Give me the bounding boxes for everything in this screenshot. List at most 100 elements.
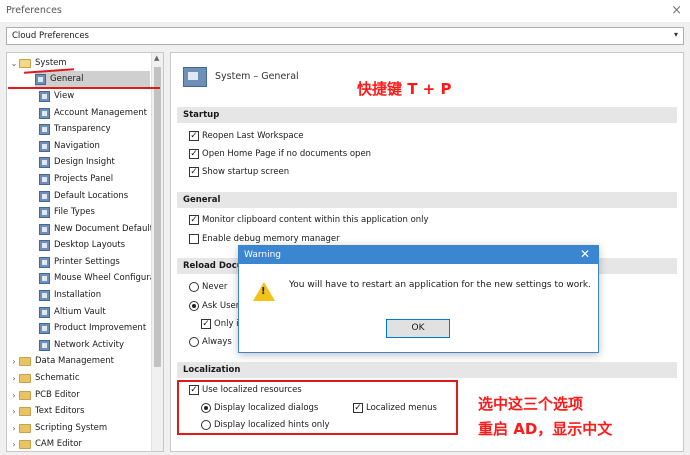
tree-item-file-types[interactable]: File Types — [39, 204, 95, 220]
tree-item-new-document-defaults[interactable]: New Document Defaults — [39, 221, 157, 237]
option-reopen-last-workspace[interactable]: ✓ Reopen Last Workspace — [189, 131, 304, 141]
warning-dialog: Warning ✕ ! You will have to restart an … — [238, 245, 599, 353]
tree-item-label: PCB Editor — [35, 390, 80, 400]
option-label: Never — [202, 282, 228, 292]
section-startup: Startup — [177, 107, 677, 123]
chevron-right-icon[interactable]: › — [9, 424, 19, 433]
chevron-right-icon[interactable]: › — [9, 440, 19, 449]
tree-item-pcb-editor[interactable]: › PCB Editor — [9, 387, 80, 403]
tree-item-mouse-wheel-configuration[interactable]: Mouse Wheel Configura — [39, 270, 155, 286]
ok-button[interactable]: OK — [386, 319, 450, 338]
option-monitor-clipboard[interactable]: ✓ Monitor clipboard content within this a… — [189, 215, 429, 225]
tree-item-navigation[interactable]: Navigation — [39, 138, 100, 154]
tree-item-label: File Types — [54, 207, 95, 217]
tree-item-text-editors[interactable]: › Text Editors — [9, 403, 84, 419]
option-label: Enable debug memory manager — [202, 234, 340, 244]
expand-icon[interactable]: ⌄ — [9, 59, 19, 68]
tree-item-label: Printer Settings — [54, 257, 120, 267]
close-icon[interactable]: × — [671, 3, 682, 18]
tree-item-altium-vault[interactable]: Altium Vault — [39, 304, 106, 320]
annotation-underline-general — [8, 87, 160, 89]
radio-button[interactable] — [189, 337, 199, 347]
page-icon — [39, 206, 50, 218]
folder-icon — [19, 423, 31, 433]
checkbox[interactable]: ✓ — [189, 167, 199, 177]
tree-item-default-locations[interactable]: Default Locations — [39, 188, 128, 204]
page-icon — [39, 140, 50, 152]
folder-icon — [19, 373, 31, 383]
window-title: Preferences — [6, 5, 62, 16]
page-icon — [39, 107, 50, 119]
option-open-home-page[interactable]: ✓ Open Home Page if no documents open — [189, 149, 371, 159]
tree-item-schematic[interactable]: › Schematic — [9, 370, 79, 386]
chevron-right-icon[interactable]: › — [9, 357, 19, 366]
tree-scrollbar[interactable]: ▲ — [151, 53, 163, 451]
tree-item-account-management[interactable]: Account Management — [39, 105, 147, 121]
chevron-down-icon[interactable]: ▾ — [674, 30, 678, 39]
radio-button[interactable] — [189, 301, 199, 311]
section-localization: Localization — [177, 362, 677, 378]
tree-item-view[interactable]: View — [39, 88, 74, 104]
tree-item-desktop-layouts[interactable]: Desktop Layouts — [39, 237, 125, 253]
tree-item-label: Account Management — [54, 108, 148, 118]
option-only-if[interactable]: ✓ Only if — [201, 319, 242, 329]
folder-icon — [19, 406, 31, 416]
system-general-icon — [183, 67, 207, 87]
chevron-right-icon[interactable]: › — [9, 374, 19, 383]
annotation-box-localization — [177, 380, 458, 435]
chevron-right-icon[interactable]: › — [9, 407, 19, 416]
radio-always[interactable]: Always — [189, 337, 232, 347]
tree-item-scripting-system[interactable]: › Scripting System — [9, 420, 107, 436]
checkbox[interactable]: ✓ — [201, 319, 211, 329]
tree-item-projects-panel[interactable]: Projects Panel — [39, 171, 113, 187]
option-label: Reopen Last Workspace — [202, 131, 304, 141]
checkbox[interactable] — [189, 234, 199, 244]
tree-item-label: Altium Vault — [54, 307, 106, 317]
tree-item-data-management[interactable]: › Data Management — [9, 353, 114, 369]
folder-icon — [19, 356, 31, 366]
page-icon — [39, 190, 50, 202]
tree-item-label: Design Insight — [54, 157, 115, 167]
tree-item-label: New Document Defaults — [54, 224, 158, 234]
option-show-startup-screen[interactable]: ✓ Show startup screen — [189, 167, 289, 177]
tree-item-label: View — [54, 91, 75, 101]
tree-item-label: Network Activity — [54, 340, 124, 350]
option-label: Always — [202, 337, 232, 347]
radio-never[interactable]: Never — [189, 282, 227, 292]
chevron-right-icon[interactable]: › — [9, 391, 19, 400]
tree-item-product-improvement[interactable]: Product Improvement — [39, 320, 146, 336]
checkbox[interactable]: ✓ — [189, 215, 199, 225]
page-icon — [39, 156, 50, 168]
tree-item-general[interactable]: General — [35, 71, 150, 87]
tree-item-design-insight[interactable]: Design Insight — [39, 154, 115, 170]
tree-item-printer-settings[interactable]: Printer Settings — [39, 254, 120, 270]
tree-item-network-activity[interactable]: Network Activity — [39, 337, 124, 353]
folder-icon — [19, 439, 31, 449]
page-icon — [39, 256, 50, 268]
tree-item-installation[interactable]: Installation — [39, 287, 101, 303]
cloud-preferences-select[interactable]: Cloud Preferences ▾ — [6, 27, 684, 45]
title-bar: Preferences × — [0, 0, 690, 22]
tree-item-label: Product Improvement — [54, 323, 147, 333]
scroll-thumb[interactable] — [154, 67, 161, 367]
checkbox[interactable]: ✓ — [189, 149, 199, 159]
radio-ask-user[interactable]: Ask User — [189, 301, 239, 311]
option-label: Ask User — [202, 301, 240, 311]
scroll-up-icon[interactable]: ▲ — [154, 54, 159, 62]
page-icon — [39, 289, 50, 301]
checkbox[interactable]: ✓ — [189, 131, 199, 141]
tree-item-label: Navigation — [54, 141, 100, 151]
folder-icon — [19, 390, 31, 400]
page-title: System – General — [215, 71, 299, 82]
option-enable-debug-memory[interactable]: Enable debug memory manager — [189, 234, 340, 244]
tree-item-cam-editor[interactable]: › CAM Editor — [9, 436, 82, 451]
page-icon — [39, 322, 50, 334]
close-icon[interactable]: ✕ — [580, 247, 590, 261]
warning-exclamation: ! — [261, 286, 266, 297]
page-icon — [39, 173, 50, 185]
radio-button[interactable] — [189, 282, 199, 292]
tree-item-label: Installation — [54, 290, 102, 300]
annotation-shortcut: 快捷键 T + P — [357, 80, 452, 98]
tree-item-label: Data Management — [35, 356, 114, 366]
tree-item-transparency[interactable]: Transparency — [39, 121, 111, 137]
